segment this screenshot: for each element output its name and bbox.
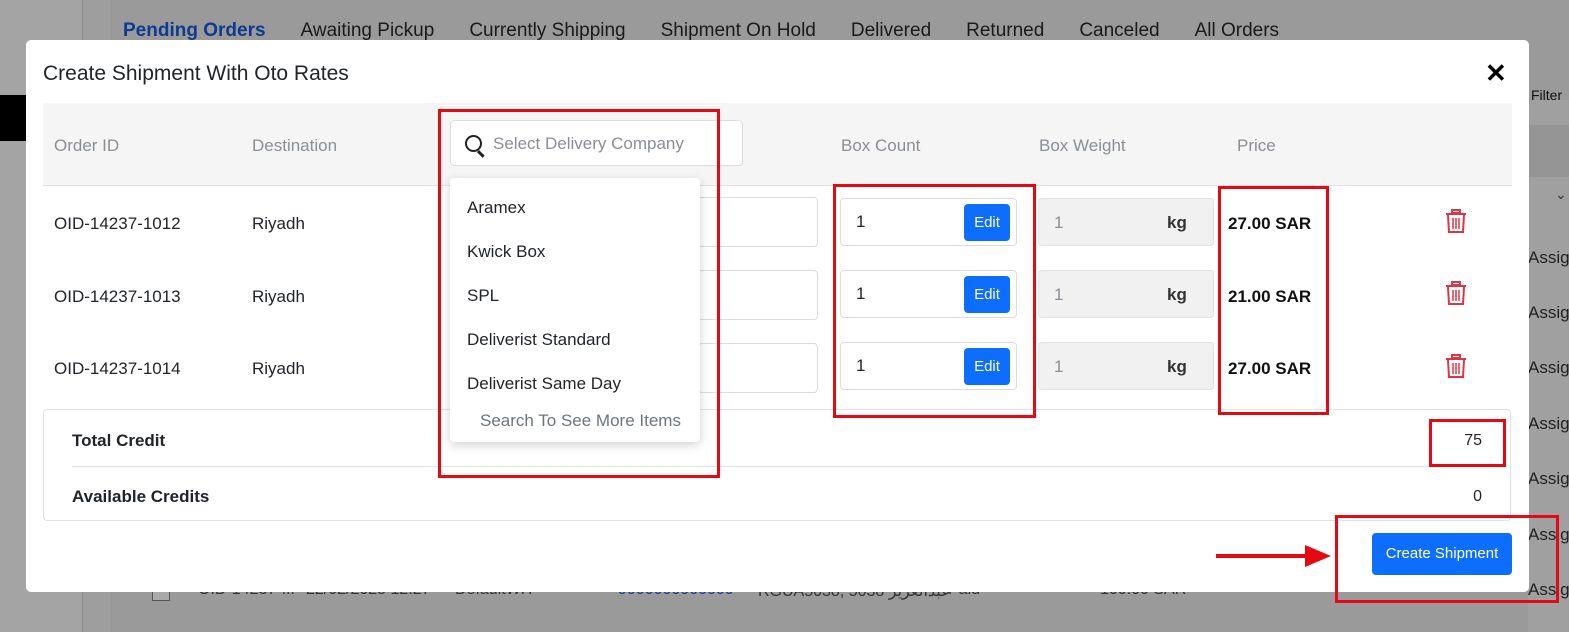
edit-box-count-button[interactable]: Edit: [964, 348, 1010, 385]
create-shipment-modal: Create Shipment With Oto Rates ✕ Order I…: [26, 40, 1529, 592]
trash-icon[interactable]: [1445, 281, 1467, 305]
assign-button[interactable]: Assign...: [1528, 580, 1569, 600]
assign-button[interactable]: Assign...: [1528, 358, 1569, 378]
edit-box-count-button[interactable]: Edit: [964, 276, 1010, 313]
order-id-cell: OID-14237-1012: [54, 214, 181, 233]
assign-button[interactable]: Assign...: [1528, 469, 1569, 489]
total-credit-label: Total Credit: [72, 431, 166, 450]
tab-shipment-on-hold[interactable]: Shipment On Hold: [661, 20, 816, 42]
tab-pending-orders[interactable]: Pending Orders: [123, 20, 266, 42]
delivery-company-select[interactable]: [450, 120, 743, 166]
edit-box-count-button[interactable]: Edit: [964, 204, 1010, 241]
delivery-company-field[interactable]: [698, 343, 818, 393]
dropdown-item-deliverist-same-day[interactable]: Deliverist Same Day: [467, 374, 621, 394]
close-icon[interactable]: ✕: [1485, 58, 1507, 89]
available-credits-value: 0: [1473, 488, 1482, 505]
destination-cell: Riyadh: [252, 287, 305, 306]
dropdown-item-spl[interactable]: SPL: [467, 286, 499, 306]
box-count-input[interactable]: 1 Edit: [840, 342, 1017, 390]
price-cell: 21.00 SAR: [1228, 287, 1312, 306]
background-right-header: [1528, 125, 1569, 177]
assign-button[interactable]: Assign...: [1528, 414, 1569, 434]
dropdown-item-deliverist-standard[interactable]: Deliverist Standard: [467, 330, 611, 350]
tab-all-orders[interactable]: All Orders: [1195, 20, 1279, 42]
assign-button[interactable]: Assign...: [1528, 525, 1569, 545]
dropdown-item-kwick-box[interactable]: Kwick Box: [467, 242, 545, 262]
delivery-company-field[interactable]: [698, 270, 818, 320]
dropdown-more-hint: Search To See More Items: [480, 411, 681, 430]
box-count-value: 1: [856, 356, 866, 375]
delivery-company-search-input[interactable]: [491, 125, 735, 163]
order-id-cell: OID-14237-1014: [54, 359, 181, 378]
available-credits-label: Available Credits: [72, 487, 210, 506]
background-sidebar-block: [0, 95, 26, 141]
trash-icon[interactable]: [1445, 354, 1467, 378]
box-weight-value: 1: [1054, 285, 1064, 304]
tab-delivered[interactable]: Delivered: [851, 20, 931, 42]
box-weight-field: 1 kg: [1038, 198, 1214, 246]
column-destination: Destination: [252, 136, 338, 155]
price-cell: 27.00 SAR: [1228, 214, 1312, 233]
search-icon: [465, 135, 482, 152]
order-id-cell: OID-14237-1013: [54, 287, 181, 306]
box-weight-value: 1: [1054, 357, 1064, 376]
annotation-arrow: [1216, 554, 1308, 558]
column-box-weight: Box Weight: [1039, 136, 1126, 155]
box-count-value: 1: [856, 212, 866, 231]
delivery-company-dropdown: Aramex Kwick Box SPL Deliverist Standard…: [450, 178, 700, 442]
tab-awaiting-pickup[interactable]: Awaiting Pickup: [301, 20, 435, 42]
shipment-table-header: Order ID Destination Box Count Box Weigh…: [43, 103, 1512, 186]
tab-returned[interactable]: Returned: [966, 20, 1044, 42]
price-cell: 27.00 SAR: [1228, 359, 1312, 378]
box-count-input[interactable]: 1 Edit: [840, 198, 1017, 246]
assign-button[interactable]: Assign...: [1528, 248, 1569, 268]
box-weight-field: 1 kg: [1038, 270, 1214, 318]
column-order-id: Order ID: [54, 136, 120, 155]
credits-summary: Total Credit 75 Available Credits 0: [43, 409, 1511, 521]
dropdown-item-aramex[interactable]: Aramex: [467, 198, 526, 218]
weight-unit: kg: [1167, 285, 1187, 304]
delivery-company-field[interactable]: [698, 197, 818, 247]
assign-button[interactable]: Assign...: [1528, 303, 1569, 323]
annotation-arrow-head: [1305, 545, 1331, 567]
destination-cell: Riyadh: [252, 214, 305, 233]
tab-currently-shipping[interactable]: Currently Shipping: [469, 20, 625, 42]
box-count-value: 1: [856, 284, 866, 303]
box-weight-field: 1 kg: [1038, 342, 1214, 390]
divider: [72, 466, 1482, 467]
background-order-tabs: Pending Orders Awaiting Pickup Currently…: [123, 20, 1314, 42]
tab-canceled[interactable]: Canceled: [1079, 20, 1159, 42]
weight-unit: kg: [1167, 357, 1187, 376]
box-count-input[interactable]: 1 Edit: [840, 270, 1017, 318]
trash-icon[interactable]: [1445, 209, 1467, 233]
weight-unit: kg: [1167, 213, 1187, 232]
modal-title: Create Shipment With Oto Rates: [43, 62, 349, 85]
chevron-down-icon[interactable]: ⌄: [1555, 186, 1567, 203]
column-price: Price: [1237, 136, 1276, 155]
total-credit-value: 75: [1464, 432, 1482, 449]
create-shipment-button[interactable]: Create Shipment: [1372, 533, 1512, 575]
box-weight-value: 1: [1054, 213, 1064, 232]
column-box-count: Box Count: [841, 136, 921, 155]
destination-cell: Riyadh: [252, 359, 305, 378]
filter-button[interactable]: Filter: [1531, 87, 1562, 103]
